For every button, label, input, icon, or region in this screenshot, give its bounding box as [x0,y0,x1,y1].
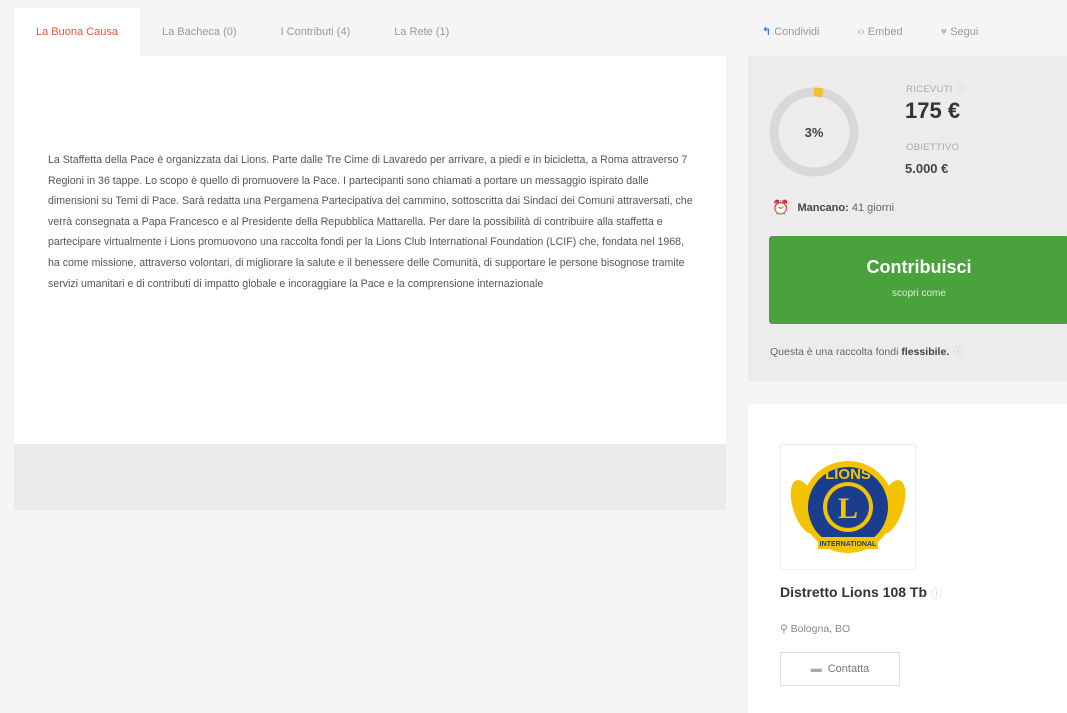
code-icon: ‹› [857,25,865,38]
progress-percent: 3% [804,124,824,140]
raised-label-text: RICEVUTI [906,84,953,95]
raised-label: RICEVUTI ⓘ [906,81,967,95]
remaining-label: Mancano: [797,201,849,214]
lions-logo: LIONS L INTERNATIONAL [790,461,906,553]
contribute-sub-label: scopri come [892,288,946,299]
message-icon: ▬ [810,663,822,675]
follow-button[interactable]: ♥ Segui [941,26,979,38]
goal-value: 5.000 € [905,161,949,176]
tab-la-rete[interactable]: La Rete (1) [372,8,471,56]
info-icon[interactable]: ⓘ [953,346,964,358]
funding-panel: 3% RICEVUTI ⓘ 175 € OBIETTIVO 5.000 € ⏰ M… [748,56,1067,382]
contribute-label: Contribuisci [866,257,972,277]
flexible-note: Questa è una raccolta fondi flessibile. ⓘ [770,344,964,359]
organizer-name-text: Distretto Lions 108 Tb [780,584,928,600]
campaign-tabs: La Buona Causa La Bacheca (0) I Contribu… [14,8,471,56]
goal-label: OBIETTIVO [906,142,960,153]
tab-la-bacheca[interactable]: La Bacheca (0) [140,8,259,56]
logo-top-text: LIONS [825,466,871,483]
tab-i-contributi[interactable]: I Contributi (4) [259,8,373,56]
tab-la-buona-causa[interactable]: La Buona Causa [14,8,140,56]
heart-icon: ♥ [940,25,948,38]
flexible-note-bold: flessibile. [901,346,950,358]
story-text: La Staffetta della Pace è organizzata da… [48,154,693,290]
info-icon[interactable]: ⓘ [957,84,967,95]
logo-letter: L [838,492,858,525]
flexible-note-prefix: Questa è una raccolta fondi [770,346,899,358]
map-pin-icon: ⚲ [780,623,788,635]
info-icon[interactable]: ⓘ [931,588,942,600]
contact-label: Contatta [827,663,870,675]
embed-button[interactable]: ‹› Embed [857,26,902,38]
organizer-location: ⚲ Bologna, BO [780,623,850,635]
organizer-logo[interactable]: LIONS L INTERNATIONAL [780,444,916,570]
contribute-button[interactable]: Contribuisci scopri come [769,236,1067,324]
organizer-location-text: Bologna, BO [790,623,851,635]
organizer-card: LIONS L INTERNATIONAL Distretto Lions 10… [748,404,1067,713]
campaign-actions: ↰ Condividi ‹› Embed ♥ Segui [762,8,1067,56]
story-card: La Staffetta della Pace è organizzata da… [14,56,726,444]
follow-label: Segui [950,26,979,38]
contact-button[interactable]: ▬ Contatta [780,652,900,686]
alarm-clock-icon: ⏰ [772,199,790,215]
raised-value: 175 € [905,98,961,123]
share-button[interactable]: ↰ Condividi [762,26,819,38]
share-label: Condividi [774,26,820,38]
organizer-name[interactable]: Distretto Lions 108 Tb ⓘ [780,584,942,601]
story-footer [14,444,726,510]
remaining-value: 41 giorni [851,201,895,214]
logo-bottom-text: INTERNATIONAL [820,541,877,548]
share-icon: ↰ [762,25,772,38]
embed-label: Embed [867,26,903,38]
remaining-time: ⏰ Mancano: 41 giorni [772,199,894,216]
